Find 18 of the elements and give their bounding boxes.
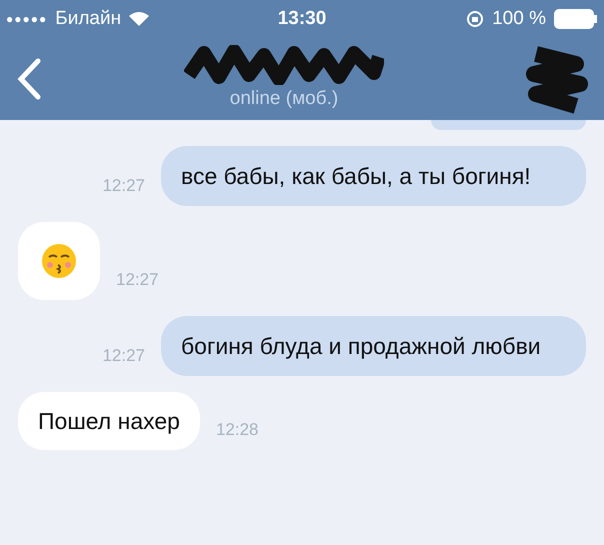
online-status: online (моб.) [230, 86, 338, 111]
message-time: 12:27 [116, 268, 159, 290]
wifi-icon [129, 11, 150, 27]
rotation-lock-icon [466, 10, 484, 28]
carrier-name: Билайн [55, 6, 122, 31]
scribble-drawing [526, 44, 588, 114]
back-icon[interactable] [16, 58, 42, 100]
message-bubble: все бабы, как бабы, а ты богиня! [161, 146, 586, 206]
message-time: 12:28 [216, 418, 258, 440]
clock-time: 13:30 [278, 6, 326, 31]
message-time: 12:27 [102, 174, 145, 196]
kissing-face-icon [41, 243, 77, 279]
battery-icon [554, 9, 598, 29]
message-time: 12:27 [102, 344, 145, 366]
signal-strength: ●●●●● [6, 11, 48, 28]
message-bubble: Пошел нахер [18, 392, 200, 450]
battery-percent: 100 % [492, 6, 546, 31]
message-bubble: богиня блуда и продажной любви [161, 316, 586, 376]
